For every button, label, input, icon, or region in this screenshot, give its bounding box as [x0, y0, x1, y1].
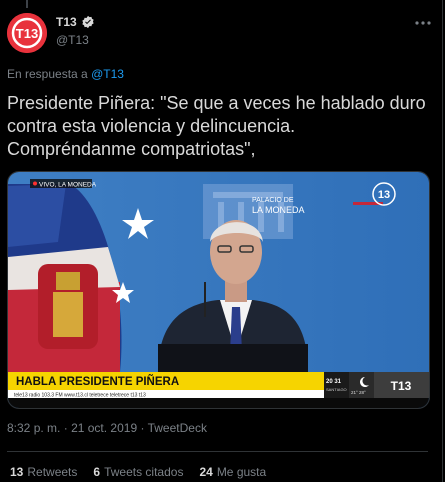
author-name[interactable]: T13	[56, 15, 77, 29]
tweet-header: T13 T13 @T13	[7, 13, 437, 53]
tweet-source-link[interactable]: TweetDeck	[148, 421, 207, 435]
verified-badge-icon	[82, 15, 94, 29]
likes-stat[interactable]: 24 Me gusta	[199, 465, 266, 479]
tweet-media-video[interactable]: VIVO, LA MONEDA PALACIO DE LA MONEDA 13 …	[7, 171, 430, 409]
venue-bottom-text: LA MONEDA	[252, 205, 305, 215]
likes-count: 24	[199, 465, 213, 479]
tweet-date-link[interactable]: 21 oct. 2019	[71, 421, 137, 435]
avatar-logo-text: T13	[16, 26, 38, 41]
weather-temps: 21° 28°	[351, 390, 366, 395]
corner-logo-text: T13	[391, 379, 412, 393]
podium	[158, 344, 308, 372]
retweets-stat[interactable]: 13 Retweets	[10, 465, 77, 479]
banner-text: HABLA PRESIDENTE PIÑERA	[16, 375, 179, 388]
tweet-text: Presidente Piñera: "Se que a veces he ha…	[7, 93, 426, 159]
clock-box	[324, 372, 349, 398]
reply-context: En respuesta a @T13	[7, 67, 124, 81]
reply-prefix: En respuesta a	[7, 67, 88, 81]
meta-separator-2: ·	[140, 421, 145, 435]
likes-label: Me gusta	[216, 465, 267, 479]
venue-top-text: PALACIO DE	[252, 197, 294, 204]
channel-logo-text: 13	[378, 189, 390, 201]
stats-divider	[7, 451, 428, 452]
author-handle[interactable]: @T13	[56, 33, 89, 47]
quotes-stat[interactable]: 6 Tweets citados	[93, 465, 183, 479]
more-horizontal-icon	[415, 21, 431, 25]
author-name-row: T13	[56, 15, 95, 29]
clock-time: 20 31	[326, 379, 342, 385]
live-tag: VIVO, LA MONEDA	[39, 182, 97, 189]
ticker-text: tele13 radio 103.3 FM www.t13.cl teletre…	[14, 393, 146, 399]
news-broadcast-frame: VIVO, LA MONEDA PALACIO DE LA MONEDA 13 …	[8, 172, 429, 408]
timeline-border	[442, 0, 443, 482]
avatar[interactable]: T13	[7, 13, 47, 53]
bottom-strip	[8, 398, 429, 408]
tweet-meta: 8:32 p. m. · 21 oct. 2019 · TweetDeck	[7, 421, 207, 435]
retweets-label: Retweets	[27, 465, 78, 479]
reply-mention-link[interactable]: @T13	[91, 67, 124, 81]
quotes-count: 6	[93, 465, 101, 479]
tweet-stats: 13 Retweets 6 Tweets citados 24 Me gusta	[10, 465, 282, 479]
meta-separator-1: ·	[63, 421, 68, 435]
clock-city: SANTIAGO	[326, 387, 347, 392]
thread-connector-line	[26, 0, 28, 8]
quotes-label: Tweets citados	[104, 465, 184, 479]
retweets-count: 13	[10, 465, 24, 479]
tweet-time-link[interactable]: 8:32 p. m.	[7, 421, 60, 435]
live-dot-icon	[33, 181, 37, 186]
more-options-button[interactable]	[411, 13, 435, 33]
t13-logo-icon: T13	[7, 13, 47, 53]
